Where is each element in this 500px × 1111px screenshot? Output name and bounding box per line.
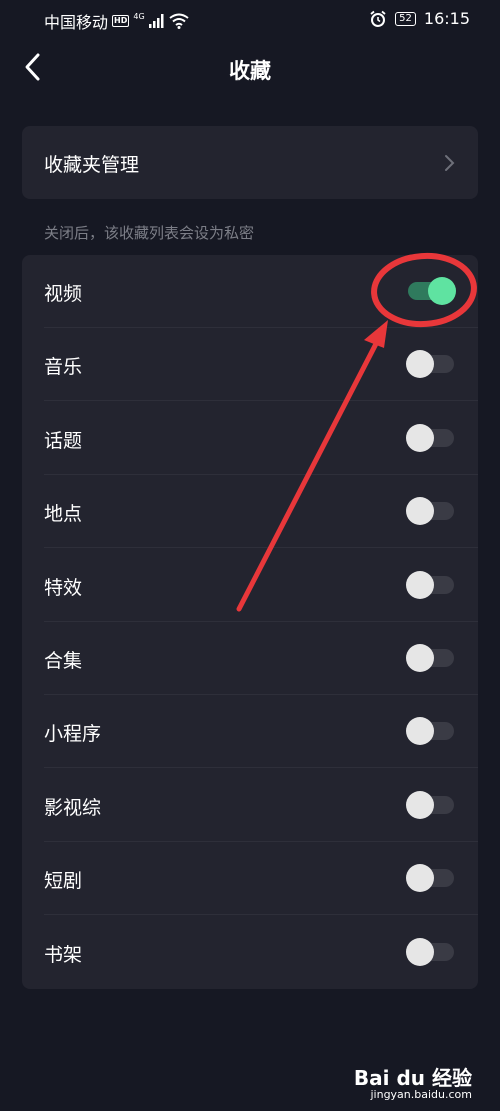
toggle-row-label: 书架 <box>44 943 83 966</box>
toggle-switch[interactable] <box>406 497 456 526</box>
toggle-row: 短剧 <box>44 842 478 916</box>
toggle-row-label: 话题 <box>44 429 83 452</box>
toggle-row: 话题 <box>44 402 478 475</box>
toggle-row: 影视综 <box>44 769 478 842</box>
favorites-manage-row[interactable]: 收藏夹管理 <box>22 126 478 199</box>
hd-icon: HD <box>112 15 130 27</box>
toggle-row-label: 视频 <box>44 283 83 305</box>
toggle-knob <box>406 717 434 746</box>
favorites-manage-label: 收藏夹管理 <box>44 154 140 176</box>
toggle-knob <box>406 644 434 672</box>
toggle-knob <box>406 937 434 966</box>
carrier-label: 中国移动 <box>44 13 109 32</box>
toggle-switch[interactable] <box>406 937 456 966</box>
toggle-row-label: 特效 <box>44 576 83 599</box>
clock: 16:15 <box>423 9 470 28</box>
alarm-icon <box>370 10 386 27</box>
toggle-knob <box>428 277 456 305</box>
section-note: 关闭后，该收藏列表会设为私密 <box>44 224 255 242</box>
battery-icon: 52 <box>395 11 416 26</box>
header: 收藏 <box>0 38 500 98</box>
toggle-row-label: 音乐 <box>44 356 83 379</box>
toggle-switch[interactable] <box>406 277 456 305</box>
status-left: 中国移动 HD 4G <box>44 9 189 33</box>
toggle-row-label: 合集 <box>44 650 83 672</box>
page-title: 收藏 <box>229 59 271 83</box>
toggle-switch[interactable] <box>406 644 456 672</box>
toggle-row: 小程序 <box>44 695 478 769</box>
toggle-row: 特效 <box>44 549 478 622</box>
status-bar: 中国移动 HD 4G 52 16:15 <box>0 0 500 38</box>
toggle-switch[interactable] <box>406 570 456 599</box>
toggle-row: 视频 <box>44 255 478 328</box>
network-label: 4G <box>133 11 145 21</box>
toggle-row: 书架 <box>44 916 478 989</box>
toggle-switch[interactable] <box>406 790 456 819</box>
toggle-switch[interactable] <box>406 423 456 452</box>
toggle-row-label: 影视综 <box>44 796 102 819</box>
privacy-toggle-list: 视频音乐话题地点特效合集小程序影视综短剧书架 <box>22 255 478 989</box>
toggle-knob <box>406 423 434 452</box>
chevron-right-icon <box>445 155 455 171</box>
toggle-switch[interactable] <box>406 350 456 379</box>
toggle-switch[interactable] <box>406 717 456 746</box>
toggle-row: 地点 <box>44 475 478 549</box>
toggle-row-label: 地点 <box>44 503 83 526</box>
toggle-knob <box>406 864 434 893</box>
toggle-row: 音乐 <box>44 328 478 402</box>
status-right: 52 16:15 <box>369 9 470 28</box>
toggle-knob <box>406 570 434 599</box>
watermark-url: jingyan.baidu.com <box>370 1088 472 1101</box>
toggle-knob <box>406 497 434 526</box>
toggle-knob <box>406 350 434 379</box>
toggle-knob <box>406 790 434 819</box>
toggle-row-label: 短剧 <box>44 870 83 893</box>
wifi-icon <box>169 13 189 29</box>
toggle-row-label: 小程序 <box>44 723 102 746</box>
toggle-row: 合集 <box>44 622 478 695</box>
toggle-switch[interactable] <box>406 864 456 893</box>
signal-icon <box>148 14 164 28</box>
watermark-brand: Bai du 经验 <box>353 1066 472 1090</box>
